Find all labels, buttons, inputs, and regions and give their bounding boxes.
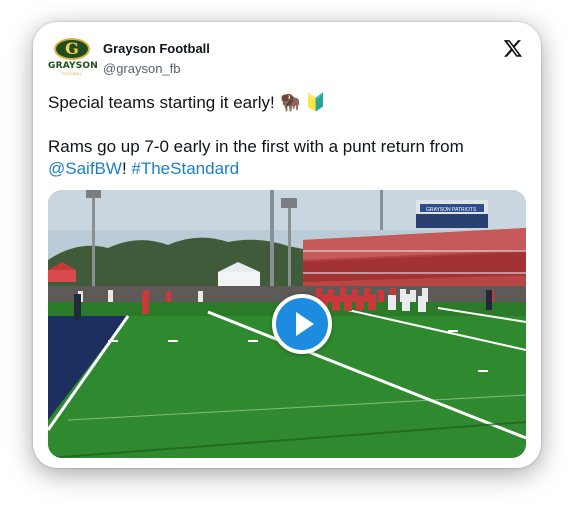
exclaim-text: ! bbox=[121, 159, 132, 178]
play-icon bbox=[296, 312, 314, 336]
light-pole bbox=[288, 200, 291, 300]
video-thumbnail[interactable]: GRAYSON PATRIOTS bbox=[48, 190, 526, 458]
account-name[interactable]: Grayson Football bbox=[103, 41, 210, 56]
light-pole bbox=[270, 190, 274, 300]
mention-link[interactable]: @SaifBW bbox=[48, 159, 122, 178]
tweet-text: Special teams starting it early! 🦬 🔰 Ram… bbox=[48, 92, 527, 180]
tweet-line-2: Rams go up 7-0 early in the first with a… bbox=[48, 136, 527, 180]
tweet-card[interactable]: G GRAYSON FOOTBALL Grayson Football @gra… bbox=[33, 22, 541, 468]
logo-word: GRAYSON bbox=[48, 61, 99, 71]
account-handle[interactable]: @grayson_fb bbox=[103, 61, 181, 76]
x-logo-icon[interactable] bbox=[503, 38, 523, 58]
scoreboard-text: GRAYSON PATRIOTS bbox=[426, 207, 477, 213]
avatar[interactable]: G GRAYSON FOOTBALL bbox=[48, 38, 99, 78]
hashtag-link[interactable]: #TheStandard bbox=[131, 159, 239, 178]
logo-sub: FOOTBALL bbox=[61, 71, 83, 76]
tweet-line-2-text: Rams go up 7-0 early in the first with a… bbox=[48, 137, 464, 156]
tweet-line-1: Special teams starting it early! 🦬 🔰 bbox=[48, 93, 327, 112]
logo-letter: G bbox=[54, 38, 90, 60]
tweet-header: G GRAYSON FOOTBALL Grayson Football @gra… bbox=[48, 36, 527, 80]
play-button[interactable] bbox=[272, 294, 332, 354]
light-pole bbox=[92, 192, 95, 300]
